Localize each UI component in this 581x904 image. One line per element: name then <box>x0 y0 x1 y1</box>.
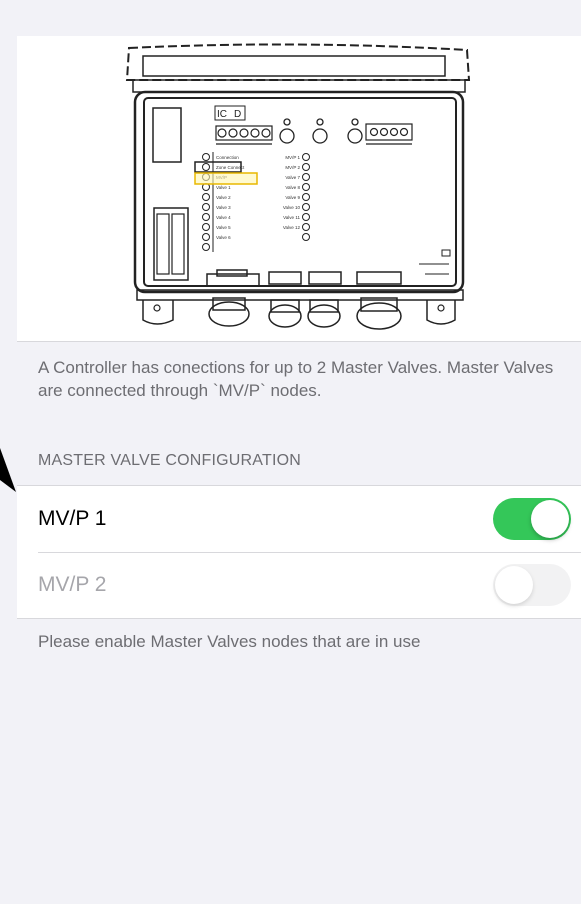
diagram-label-valve6: Valve 6 <box>216 235 231 240</box>
controller-diagram: IC D Connection Zone Connect Valve 1 Val… <box>125 43 471 330</box>
diagram-label-valve4: Valve 4 <box>216 215 231 220</box>
footer-hint-text: Please enable Master Valves nodes that a… <box>38 632 421 651</box>
diagram-label-connection: Connection <box>216 155 239 160</box>
diagram-label-valve10: Valve 10 <box>283 205 301 210</box>
master-valve-list: MV/P 1 MV/P 2 <box>17 485 581 619</box>
toggle-knob <box>495 566 533 604</box>
diagram-label-ic: IC <box>217 109 227 120</box>
mvp1-label: MV/P 1 <box>38 507 107 530</box>
diagram-label-valve9: Valve 9 <box>285 195 300 200</box>
toggle-knob <box>531 500 569 538</box>
diagram-label-valve5: Valve 5 <box>216 225 231 230</box>
diagram-label-valve7: Valve 7 <box>285 175 300 180</box>
description-text: A Controller has conections for up to 2 … <box>38 358 554 400</box>
mvp2-row[interactable]: MV/P 2 <box>17 552 581 618</box>
mvp2-toggle[interactable] <box>493 564 571 606</box>
diagram-label-d: D <box>234 109 241 120</box>
diagram-label-valve8: Valve 8 <box>285 185 300 190</box>
mvp1-toggle[interactable] <box>493 498 571 540</box>
arrow-pointer-icon <box>0 448 16 492</box>
diagram-label-mvp1: MV/P 1 <box>285 155 300 160</box>
diagram-label-valve12: Valve 12 <box>283 225 301 230</box>
section-header: MASTER VALVE CONFIGURATION <box>38 452 302 469</box>
mvp2-label: MV/P 2 <box>38 573 107 596</box>
diagram-label-valve3: Valve 3 <box>216 205 231 210</box>
highlight-box-yellow <box>194 172 258 185</box>
mvp1-row[interactable]: MV/P 1 <box>17 486 581 552</box>
diagram-label-valve2: Valve 2 <box>216 195 231 200</box>
diagram-label-mvp2: MV/P 2 <box>285 165 300 170</box>
controller-diagram-card: IC D Connection Zone Connect Valve 1 Val… <box>17 36 581 342</box>
diagram-label-valve1: Valve 1 <box>216 185 231 190</box>
diagram-label-valve11: Valve 11 <box>283 215 300 220</box>
navigation-bar <box>17 0 581 37</box>
